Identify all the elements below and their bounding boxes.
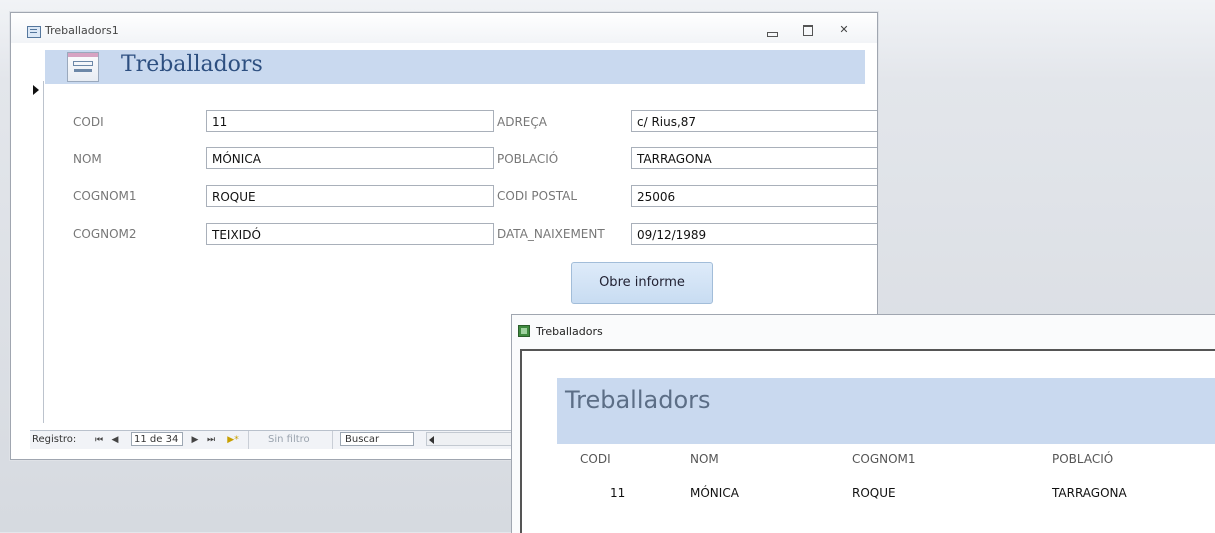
search-input[interactable]: Buscar (340, 432, 414, 446)
navigation-label: Registro: (32, 434, 77, 445)
data-naixement-field[interactable]: 09/12/1989 (631, 223, 877, 245)
report-header-title: Treballadors (565, 386, 711, 414)
first-record-icon[interactable]: ⏮ (94, 431, 104, 449)
poblacio-field[interactable]: TARRAGONA (631, 147, 877, 169)
nom-field[interactable]: MÓNICA (206, 147, 494, 169)
column-header-codi: CODI (580, 452, 611, 466)
separator (332, 431, 333, 449)
form-header-title: Treballadors (121, 52, 263, 77)
form-header: Treballadors (45, 50, 865, 84)
filter-status[interactable]: Sin filtro (268, 431, 310, 449)
adreca-label: ADREÇA (497, 115, 547, 129)
column-header-cognom1: COGNOM1 (852, 452, 916, 466)
column-header-poblacio: POBLACIÓ (1052, 452, 1114, 466)
separator (248, 431, 249, 449)
close-icon[interactable]: ✕ (837, 23, 851, 37)
form-icon (27, 26, 41, 38)
codi-field[interactable]: 11 (206, 110, 494, 132)
cognom1-field[interactable]: ROQUE (206, 185, 494, 207)
current-record-arrow-icon (33, 85, 39, 95)
codi-postal-label: CODI POSTAL (497, 189, 578, 203)
record-position-input[interactable]: 11 de 34 (131, 432, 183, 446)
report-cell-codi: 11 (610, 486, 626, 500)
next-record-icon[interactable]: ▶ (190, 431, 200, 449)
poblacio-label: POBLACIÓ (497, 152, 559, 166)
report-header: Treballadors (557, 378, 1215, 444)
cognom2-label: COGNOM2 (73, 227, 137, 241)
report-icon (518, 325, 530, 337)
minimize-icon[interactable] (765, 23, 779, 37)
data-naixement-label: DATA_NAIXEMENT (497, 227, 605, 241)
form-titlebar[interactable]: Treballadors1 ✕ (11, 13, 877, 43)
cognom1-label: COGNOM1 (73, 189, 137, 203)
nom-label: NOM (73, 152, 102, 166)
last-record-icon[interactable]: ⏭ (206, 431, 216, 449)
column-header-nom: NOM (690, 452, 719, 466)
form-header-icon (67, 52, 99, 82)
report-cell-cognom1: ROQUE (852, 486, 896, 500)
codi-label: CODI (73, 115, 104, 129)
record-selector[interactable] (30, 81, 44, 423)
open-report-button[interactable]: Obre informe (571, 262, 713, 304)
codi-postal-field[interactable]: 25006 (631, 185, 877, 207)
cognom2-field[interactable]: TEIXIDÓ (206, 223, 494, 245)
report-cell-nom: MÓNICA (690, 486, 739, 500)
new-record-icon[interactable]: ▶* (224, 431, 242, 449)
previous-record-icon[interactable]: ◀ (110, 431, 120, 449)
report-cell-poblacio: TARRAGONA (1052, 486, 1127, 500)
form-window-title: Treballadors1 (45, 24, 119, 37)
adreca-field[interactable]: c/ Rius,87 (631, 110, 877, 132)
maximize-icon[interactable] (801, 23, 815, 37)
report-window-title: Treballadors (536, 325, 603, 338)
scroll-left-icon[interactable] (429, 436, 434, 444)
